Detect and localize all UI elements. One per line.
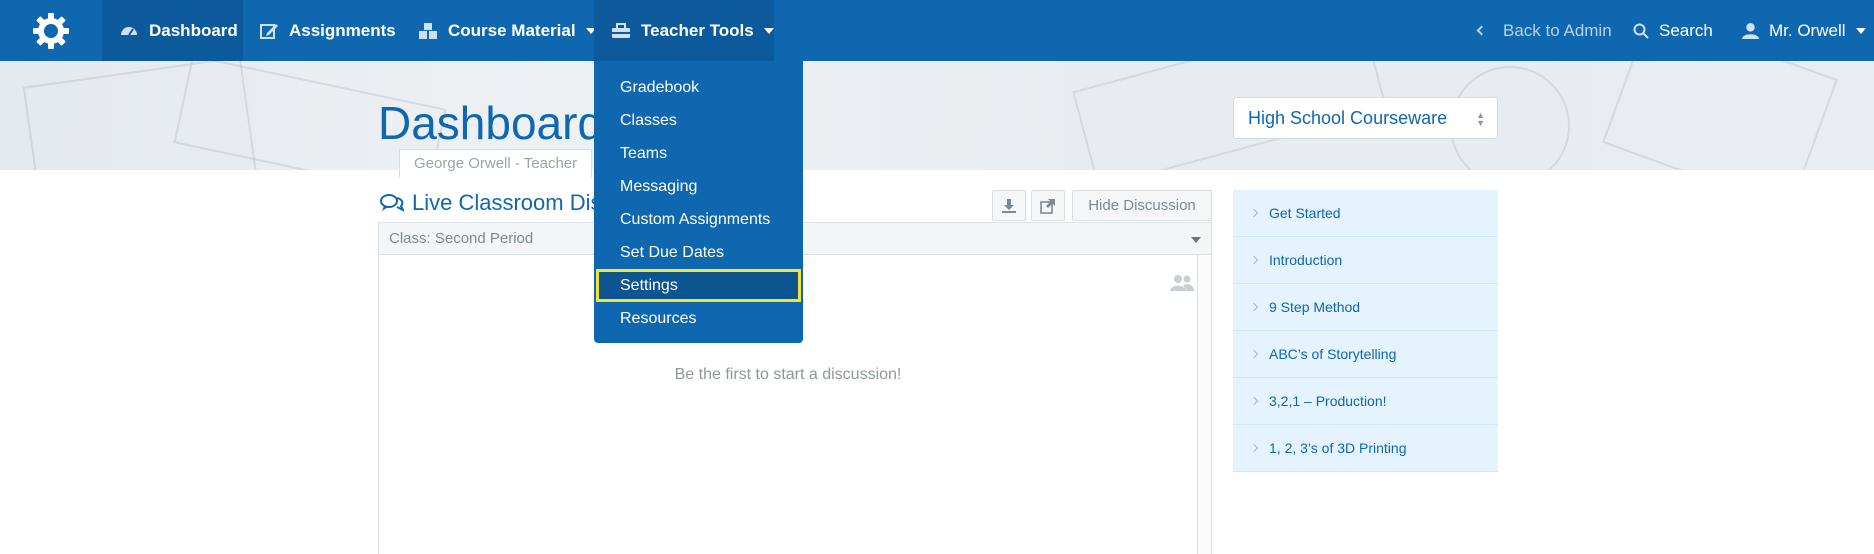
- gear-logo-icon: [33, 12, 69, 49]
- nav-dashboard[interactable]: Dashboard: [102, 0, 243, 61]
- side-list-item-label: 3,2,1 – Production!: [1269, 393, 1387, 409]
- toolbox-icon: [612, 22, 630, 38]
- empty-discussion-message: Be the first to start a discussion!: [674, 366, 902, 383]
- chevron-down-icon: [763, 27, 774, 34]
- nav-course-material[interactable]: Course Material: [418, 0, 596, 61]
- menu-item-messaging[interactable]: Messaging: [594, 170, 803, 203]
- users-icon[interactable]: [1170, 274, 1194, 297]
- menu-item-set-due-dates[interactable]: Set Due Dates: [594, 236, 803, 269]
- side-list-item[interactable]: Introduction: [1233, 237, 1498, 284]
- side-list-item[interactable]: 1, 2, 3’s of 3D Printing: [1233, 425, 1498, 472]
- menu-item-classes[interactable]: Classes: [594, 104, 803, 137]
- edit-icon: [260, 23, 278, 39]
- nav-dashboard-label: Dashboard: [149, 20, 238, 40]
- menu-item-resources[interactable]: Resources: [594, 302, 803, 335]
- nav-user-menu[interactable]: Mr. Orwell: [1742, 0, 1866, 61]
- cubes-icon: [419, 22, 437, 39]
- hide-discussion-button[interactable]: Hide Discussion: [1072, 190, 1212, 221]
- class-selector-value: Class: Second Period: [389, 230, 534, 247]
- download-button[interactable]: [992, 190, 1026, 221]
- search-icon: [1633, 23, 1649, 39]
- popout-button[interactable]: [1031, 190, 1065, 221]
- chevron-right-icon: [1249, 302, 1259, 312]
- top-nav: Dashboard Assignments Course Material Te…: [0, 0, 1874, 61]
- side-list-item-label: ABC’s of Storytelling: [1269, 346, 1397, 362]
- user-icon: [1742, 23, 1759, 39]
- courseware-select-value: High School Courseware: [1248, 107, 1448, 128]
- menu-item-settings[interactable]: Settings: [596, 269, 801, 302]
- nav-user-label: Mr. Orwell: [1769, 20, 1846, 40]
- discussion-title-text: Live Classroom Dis: [412, 190, 602, 215]
- discussion-title: Live Classroom Dis: [380, 190, 602, 216]
- side-list-item-label: 9 Step Method: [1269, 299, 1361, 315]
- chevron-down-icon: [1855, 27, 1866, 34]
- dashboard-gauge-icon: [121, 26, 137, 36]
- side-list-item-label: 1, 2, 3’s of 3D Printing: [1269, 440, 1407, 456]
- page: Dashboard Assignments Course Material Te…: [0, 0, 1874, 554]
- nav-teacher-tools[interactable]: Teacher Tools: [594, 0, 774, 61]
- nav-back-to-admin-label: Back to Admin: [1503, 20, 1612, 40]
- role-tab[interactable]: George Orwell - Teacher: [399, 149, 593, 177]
- comments-icon: [380, 194, 404, 212]
- courseware-select[interactable]: High School Courseware ▲ ▼: [1233, 97, 1498, 139]
- teacher-tools-menu: Gradebook Classes Teams Messaging Custom…: [594, 61, 803, 343]
- chevron-down-icon: [1191, 237, 1201, 243]
- chevron-right-icon: [1249, 443, 1259, 453]
- external-link-icon: [1040, 198, 1055, 214]
- nav-assignments[interactable]: Assignments: [259, 0, 396, 61]
- side-list-item-label: Introduction: [1269, 252, 1343, 268]
- chevron-right-icon: [1249, 349, 1259, 359]
- side-list-item[interactable]: 9 Step Method: [1233, 284, 1498, 331]
- chevron-right-icon: [1249, 255, 1259, 265]
- side-list-item-label: Get Started: [1269, 205, 1341, 221]
- course-section-list: Get Started Introduction 9 Step Method A…: [1233, 190, 1498, 472]
- chevron-right-icon: [1249, 208, 1259, 218]
- nav-assignments-label: Assignments: [289, 20, 396, 40]
- nav-search[interactable]: Search: [1633, 0, 1713, 61]
- chevron-right-icon: [1249, 396, 1259, 406]
- side-list-item[interactable]: 3,2,1 – Production!: [1233, 378, 1498, 425]
- side-list-item[interactable]: Get Started: [1233, 190, 1498, 237]
- nav-back-to-admin[interactable]: Back to Admin: [1476, 0, 1612, 61]
- nav-search-label: Search: [1659, 20, 1713, 40]
- nav-course-material-label: Course Material: [448, 20, 576, 40]
- chevron-left-icon: [1476, 25, 1487, 36]
- menu-item-custom-assignments[interactable]: Custom Assignments: [594, 203, 803, 236]
- menu-item-gradebook[interactable]: Gradebook: [594, 71, 803, 104]
- page-title: Dashboard: [378, 97, 604, 149]
- select-arrows-icon: ▲ ▼: [1476, 110, 1485, 128]
- nav-teacher-tools-label: Teacher Tools: [641, 20, 754, 40]
- side-list-item[interactable]: ABC’s of Storytelling: [1233, 331, 1498, 378]
- hero-banner: [0, 61, 1874, 170]
- logo[interactable]: [0, 0, 102, 61]
- menu-item-teams[interactable]: Teams: [594, 137, 803, 170]
- discussion-scrollbar[interactable]: [1198, 255, 1212, 554]
- download-icon: [1002, 198, 1016, 213]
